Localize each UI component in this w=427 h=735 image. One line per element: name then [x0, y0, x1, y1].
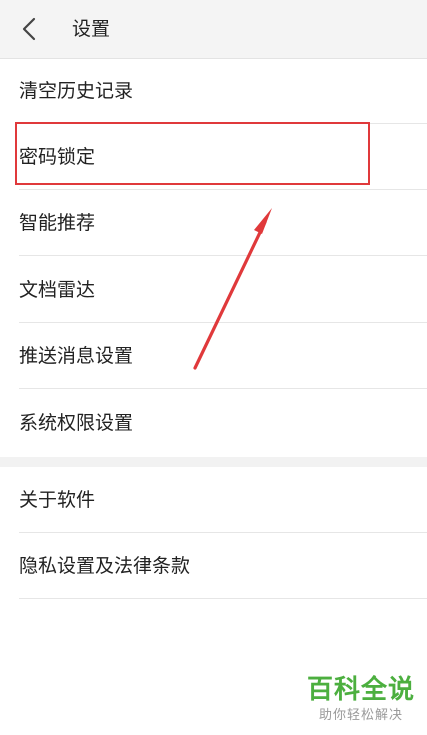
divider: [19, 598, 427, 599]
menu-item-password-lock[interactable]: 密码锁定: [0, 124, 427, 190]
chevron-left-icon: [22, 17, 36, 41]
menu-item-system-permissions[interactable]: 系统权限设置: [0, 390, 427, 456]
section-separator: [0, 457, 427, 467]
menu-item-document-radar[interactable]: 文档雷达: [0, 257, 427, 323]
back-button[interactable]: [14, 14, 48, 44]
menu-item-label: 文档雷达: [19, 279, 96, 301]
menu-item-about[interactable]: 关于软件: [0, 467, 427, 533]
watermark-logo: 百科全说 助你轻松解决: [285, 676, 415, 726]
divider: [19, 388, 427, 389]
page-title: 设置: [72, 18, 111, 40]
menu-item-label: 关于软件: [19, 489, 96, 511]
menu-item-label: 智能推荐: [19, 212, 96, 234]
menu-item-label: 密码锁定: [19, 146, 96, 168]
menu-item-privacy-legal[interactable]: 隐私设置及法律条款: [0, 533, 427, 599]
header-bar: 设置: [0, 0, 427, 59]
menu-item-push-settings[interactable]: 推送消息设置: [0, 323, 427, 389]
menu-item-label: 推送消息设置: [19, 345, 134, 367]
divider: [19, 255, 427, 256]
menu-item-label: 清空历史记录: [19, 80, 134, 102]
menu-item-label: 隐私设置及法律条款: [19, 555, 191, 577]
menu-item-smart-recommend[interactable]: 智能推荐: [0, 190, 427, 256]
menu-item-clear-history[interactable]: 清空历史记录: [0, 58, 427, 124]
watermark-title: 百科全说: [306, 675, 415, 705]
watermark-subtitle: 助你轻松解决: [318, 708, 403, 723]
menu-item-label: 系统权限设置: [19, 412, 134, 434]
